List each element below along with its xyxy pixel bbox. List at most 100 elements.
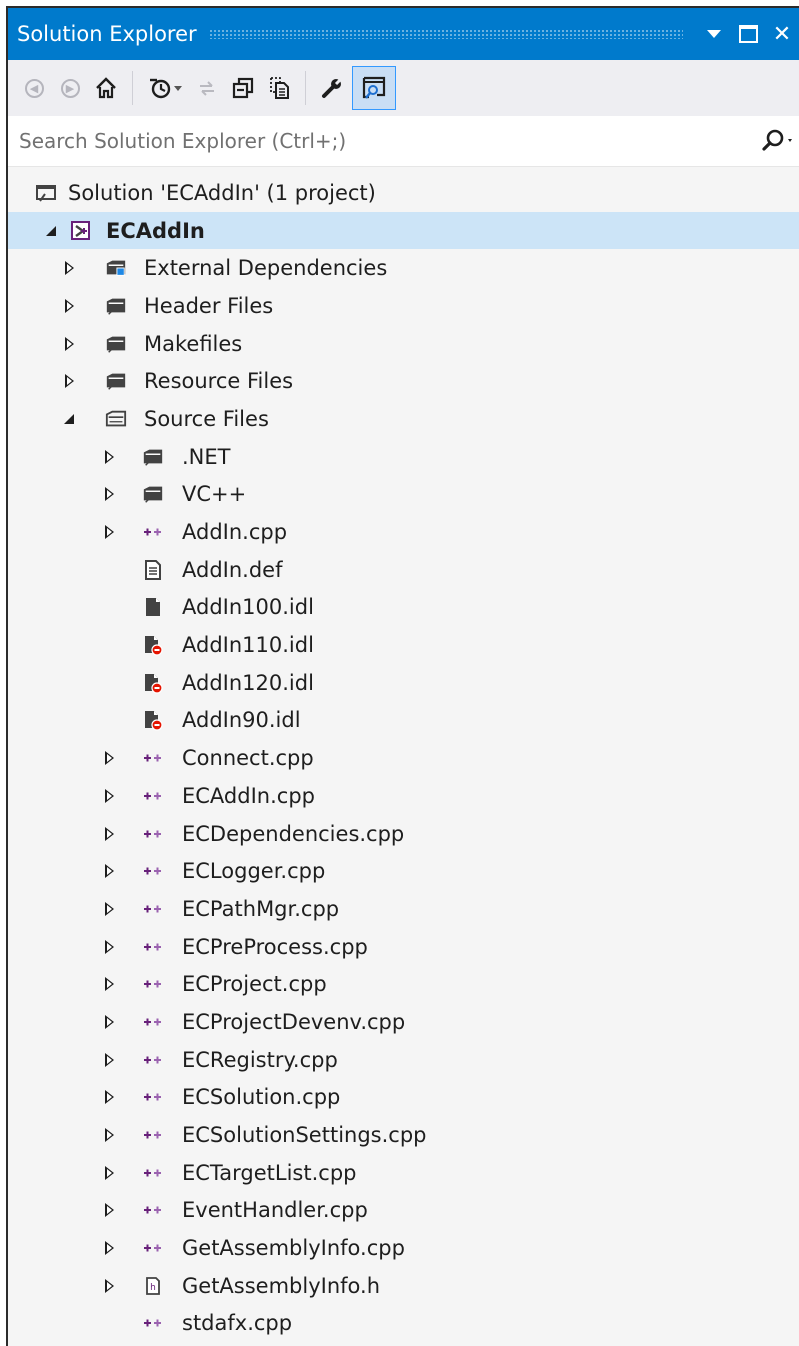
- expanded-arrow-icon[interactable]: [61, 411, 77, 427]
- collapsed-arrow-icon[interactable]: [101, 1240, 117, 1256]
- properties-button[interactable]: [316, 68, 348, 108]
- tree-node[interactable]: ECProjectDevenv.cpp: [8, 1003, 799, 1041]
- tree-node[interactable]: .NET: [8, 438, 799, 476]
- tree-node[interactable]: ECDependencies.cpp: [8, 815, 799, 853]
- collapsed-arrow-icon[interactable]: [101, 524, 117, 540]
- show-all-files-button[interactable]: [263, 68, 295, 108]
- tree-node[interactable]: Source Files: [8, 400, 799, 438]
- tree-node[interactable]: ECLogger.cpp: [8, 852, 799, 890]
- collapsed-arrow-icon[interactable]: [101, 1165, 117, 1181]
- close-button[interactable]: ✕: [765, 14, 799, 54]
- preview-button[interactable]: [352, 66, 396, 110]
- collapsed-arrow-icon[interactable]: [61, 373, 77, 389]
- tree-node[interactable]: AddIn.cpp: [8, 513, 799, 551]
- tree-item-label: Header Files: [144, 293, 274, 318]
- collapsed-arrow-icon[interactable]: [101, 901, 117, 917]
- tree-node[interactable]: ECSolutionSettings.cpp: [8, 1116, 799, 1154]
- collapsed-arrow-icon[interactable]: [61, 336, 77, 352]
- tree-node[interactable]: Makefiles: [8, 325, 799, 363]
- filter-folder-icon: [105, 370, 127, 392]
- cpp-file-icon: [142, 521, 164, 543]
- idl-file-excluded-icon: [142, 709, 164, 732]
- window-title: Solution Explorer: [17, 22, 197, 46]
- cpp-file-icon: [142, 1312, 164, 1334]
- back-button[interactable]: ◀: [18, 68, 50, 108]
- maximize-button[interactable]: [731, 14, 765, 54]
- collapsed-arrow-icon[interactable]: [101, 1202, 117, 1218]
- text-file-icon: [142, 559, 164, 581]
- tree-item[interactable]: AddIn.def: [8, 551, 799, 589]
- home-button[interactable]: [90, 68, 122, 108]
- collapsed-arrow-icon[interactable]: [101, 1052, 117, 1068]
- tree-item[interactable]: AddIn110.idl: [8, 626, 799, 664]
- collapse-all-button[interactable]: [227, 68, 259, 108]
- tree-node[interactable]: VC++: [8, 476, 799, 514]
- tree-item-label: EventHandler.cpp: [182, 1198, 368, 1223]
- sync-arrows-icon: [200, 81, 214, 96]
- tree-node[interactable]: Resource Files: [8, 362, 799, 400]
- toolbar-separator: [132, 71, 133, 105]
- collapsed-arrow-icon[interactable]: [101, 750, 117, 766]
- pending-changes-button[interactable]: [143, 68, 187, 108]
- collapsed-arrow-icon[interactable]: [101, 1278, 117, 1294]
- tree-item-label: Source Files: [144, 406, 269, 431]
- collapsed-arrow-icon[interactable]: [101, 788, 117, 804]
- clock-history-icon: [150, 78, 171, 99]
- tree-item[interactable]: AddIn90.idl: [8, 702, 799, 740]
- collapsed-arrow-icon[interactable]: [101, 1089, 117, 1105]
- tree-item-label: .NET: [182, 444, 231, 469]
- forward-button[interactable]: ▶: [54, 68, 86, 108]
- filter-folder-icon: [105, 333, 127, 355]
- collapsed-arrow-icon[interactable]: [101, 939, 117, 955]
- forward-arrow-icon: ▶: [60, 78, 80, 98]
- collapsed-arrow-icon[interactable]: [101, 1127, 117, 1143]
- cpp-file-icon: [142, 1237, 164, 1259]
- tree-node[interactable]: EventHandler.cpp: [8, 1192, 799, 1230]
- cpp-file-icon: [142, 860, 164, 882]
- tree-item-label: ECLogger.cpp: [182, 859, 326, 884]
- solution-node[interactable]: Solution 'ECAddIn' (1 project): [8, 174, 799, 212]
- window-menu-button[interactable]: [697, 14, 731, 54]
- tree-node[interactable]: ECAddIn: [8, 211, 799, 250]
- cpp-file-icon: [142, 1162, 164, 1184]
- tree-node[interactable]: External Dependencies: [8, 249, 799, 287]
- tree-node[interactable]: ECAddIn.cpp: [8, 777, 799, 815]
- tree-item-label: External Dependencies: [144, 256, 388, 281]
- tree-node[interactable]: ECRegistry.cpp: [8, 1041, 799, 1079]
- collapsed-arrow-icon[interactable]: [61, 298, 77, 314]
- cpp-file-icon: [142, 747, 164, 769]
- tree-item[interactable]: AddIn100.idl: [8, 589, 799, 627]
- collapsed-arrow-icon[interactable]: [101, 449, 117, 465]
- collapsed-arrow-icon[interactable]: [61, 260, 77, 276]
- title-drag-grip[interactable]: [208, 29, 683, 39]
- tree-node[interactable]: ECSolution.cpp: [8, 1079, 799, 1117]
- collapsed-arrow-icon[interactable]: [101, 976, 117, 992]
- tree-item-label: Connect.cpp: [182, 746, 314, 771]
- search-input[interactable]: [8, 120, 745, 162]
- cpp-file-icon: [142, 1011, 164, 1033]
- tree-node[interactable]: ECProject.cpp: [8, 965, 799, 1003]
- cpp-file-icon: [142, 898, 164, 920]
- tree-item-label: AddIn90.idl: [182, 708, 301, 733]
- expanded-arrow-icon[interactable]: [43, 223, 59, 239]
- tree-node[interactable]: Connect.cpp: [8, 739, 799, 777]
- collapse-all-icon: [232, 77, 254, 99]
- tree-node[interactable]: h GetAssemblyInfo.h: [8, 1267, 799, 1305]
- tree-node[interactable]: Header Files: [8, 287, 799, 325]
- chevron-down-icon: [174, 85, 182, 91]
- tree-node[interactable]: ECPreProcess.cpp: [8, 928, 799, 966]
- collapsed-arrow-icon[interactable]: [101, 1014, 117, 1030]
- tree-item[interactable]: stdafx.cpp: [8, 1305, 799, 1343]
- collapsed-arrow-icon[interactable]: [101, 826, 117, 842]
- collapsed-arrow-icon[interactable]: [101, 863, 117, 879]
- tree-node[interactable]: GetAssemblyInfo.cpp: [8, 1229, 799, 1267]
- search-button[interactable]: [745, 128, 799, 154]
- tree-node[interactable]: ECTargetList.cpp: [8, 1154, 799, 1192]
- header-file-icon: h: [142, 1275, 164, 1297]
- sync-button[interactable]: [191, 68, 223, 108]
- tree-item[interactable]: AddIn120.idl: [8, 664, 799, 702]
- cpp-file-icon: [142, 1086, 164, 1108]
- svg-text:h: h: [150, 1283, 156, 1293]
- tree-node[interactable]: ECPathMgr.cpp: [8, 890, 799, 928]
- collapsed-arrow-icon[interactable]: [101, 486, 117, 502]
